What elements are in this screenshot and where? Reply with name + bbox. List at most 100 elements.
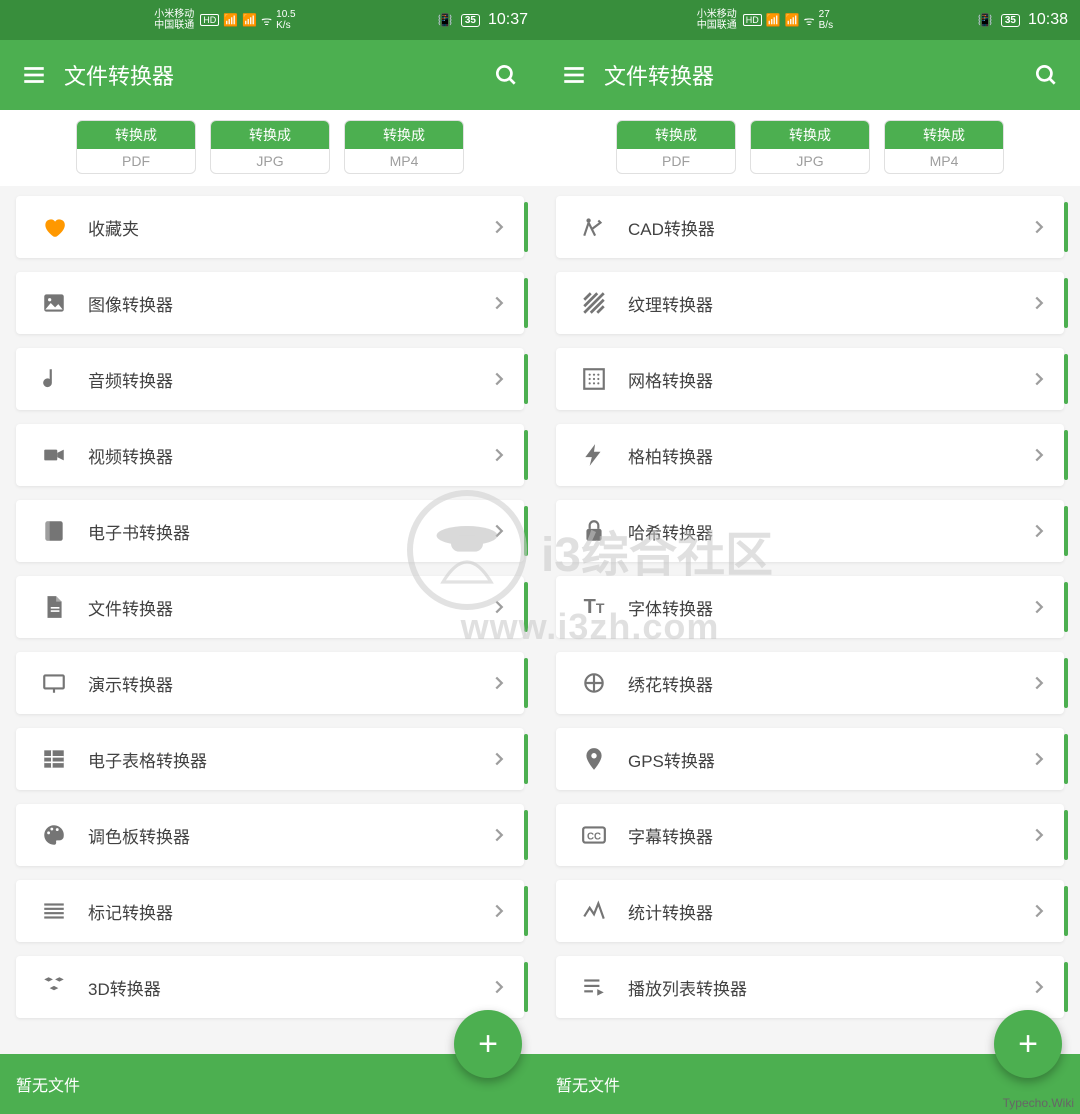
chevron-right-icon: [488, 444, 510, 466]
converter-lock[interactable]: 哈希转换器: [556, 500, 1064, 562]
converter-circle[interactable]: 绣花转换器: [556, 652, 1064, 714]
converter-file[interactable]: 文件转换器: [16, 576, 524, 638]
converter-label: 网格转换器: [628, 367, 713, 392]
chevron-right-icon: [1028, 672, 1050, 694]
converter-grid[interactable]: 电子表格转换器: [16, 728, 524, 790]
converter-bolt[interactable]: 格柏转换器: [556, 424, 1064, 486]
signal-icon: 📶: [242, 13, 257, 27]
menu-button[interactable]: [552, 62, 596, 88]
video-icon: [30, 442, 78, 468]
phone-left: 小米移动 中国联通 HD 📶 📶 ᯤ 10.5 K/s 📳 35 10:37: [0, 0, 540, 1114]
cubes-icon: [30, 974, 78, 1000]
battery-level: 35: [461, 14, 480, 27]
clock: 10:37: [488, 11, 528, 29]
lock-icon: [570, 518, 618, 544]
chevron-right-icon: [1028, 292, 1050, 314]
quick-convert-row: 转换成PDF 转换成JPG 转换成MP4: [0, 110, 540, 186]
converter-playlist[interactable]: 播放列表转换器: [556, 956, 1064, 1018]
tt-icon: TT: [570, 596, 618, 619]
converter-hatch[interactable]: 纹理转换器: [556, 272, 1064, 334]
clock: 10:38: [1028, 11, 1068, 29]
converter-pin[interactable]: GPS转换器: [556, 728, 1064, 790]
converter-tt[interactable]: TT 字体转换器: [556, 576, 1064, 638]
converter-label: GPS转换器: [628, 747, 715, 772]
playlist-icon: [570, 974, 618, 1000]
grid-icon: [30, 746, 78, 772]
converter-note[interactable]: 音频转换器: [16, 348, 524, 410]
signal-icon: 📶: [223, 13, 238, 27]
converter-label: 收藏夹: [88, 215, 139, 240]
converter-image[interactable]: 图像转换器: [16, 272, 524, 334]
converter-presentation[interactable]: 演示转换器: [16, 652, 524, 714]
converter-compass[interactable]: CAD转换器: [556, 196, 1064, 258]
chip-pdf[interactable]: 转换成PDF: [616, 120, 736, 174]
vibrate-icon: 📳: [978, 13, 993, 27]
chevron-right-icon: [488, 368, 510, 390]
spark-icon: [570, 898, 618, 924]
signal-icon: 📶: [785, 13, 800, 27]
converter-label: 字体转换器: [628, 595, 713, 620]
chevron-right-icon: [1028, 748, 1050, 770]
lines-icon: [30, 898, 78, 924]
cc-icon: CC: [570, 822, 618, 848]
chevron-right-icon: [488, 292, 510, 314]
converter-label: 3D转换器: [88, 975, 161, 1000]
search-button[interactable]: [484, 62, 528, 88]
converter-video[interactable]: 视频转换器: [16, 424, 524, 486]
corner-credit: Typecho.Wiki: [1003, 1096, 1074, 1110]
carrier-top: 小米移动: [154, 9, 194, 20]
chip-jpg[interactable]: 转换成JPG: [750, 120, 870, 174]
carrier-top: 小米移动: [697, 9, 737, 20]
chip-mp4[interactable]: 转换成MP4: [344, 120, 464, 174]
app-title: 文件转换器: [64, 59, 174, 91]
fab-add[interactable]: +: [994, 1010, 1062, 1078]
search-button[interactable]: [1024, 62, 1068, 88]
converter-label: CAD转换器: [628, 215, 715, 240]
hatch-icon: [570, 290, 618, 316]
converter-label: 电子表格转换器: [88, 747, 207, 772]
converter-palette[interactable]: 调色板转换器: [16, 804, 524, 866]
net-speed: 27: [819, 9, 833, 20]
hd-badge: HD: [743, 14, 762, 26]
bolt-icon: [570, 442, 618, 468]
converter-label: 播放列表转换器: [628, 975, 747, 1000]
circle-icon: [570, 670, 618, 696]
image-icon: [30, 290, 78, 316]
converter-label: 绣花转换器: [628, 671, 713, 696]
app-bar: 文件转换器: [0, 40, 540, 110]
status-bar: 小米移动 中国联通 HD 📶 📶 ᯤ 27 B/s 📳 35 10:38: [540, 0, 1080, 40]
converter-cc[interactable]: CC 字幕转换器: [556, 804, 1064, 866]
net-unit: B/s: [819, 20, 833, 31]
menu-button[interactable]: [12, 62, 56, 88]
converter-book[interactable]: 电子书转换器: [16, 500, 524, 562]
converter-label: 演示转换器: [88, 671, 173, 696]
chevron-right-icon: [1028, 596, 1050, 618]
converter-lines[interactable]: 标记转换器: [16, 880, 524, 942]
app-bar: 文件转换器: [540, 40, 1080, 110]
vibrate-icon: 📳: [438, 13, 453, 27]
converter-spark[interactable]: 统计转换器: [556, 880, 1064, 942]
footer-text: 暂无文件: [556, 1072, 620, 1096]
chip-jpg[interactable]: 转换成JPG: [210, 120, 330, 174]
note-icon: [30, 366, 78, 392]
chip-pdf[interactable]: 转换成PDF: [76, 120, 196, 174]
phone-right: 小米移动 中国联通 HD 📶 📶 ᯤ 27 B/s 📳 35 10:38: [540, 0, 1080, 1114]
fab-add[interactable]: +: [454, 1010, 522, 1078]
svg-text:CC: CC: [587, 831, 601, 842]
chip-mp4[interactable]: 转换成MP4: [884, 120, 1004, 174]
dotgrid-icon: [570, 366, 618, 392]
carrier-bot: 中国联通: [154, 20, 194, 31]
converter-cubes[interactable]: 3D转换器: [16, 956, 524, 1018]
chevron-right-icon: [488, 748, 510, 770]
chevron-right-icon: [488, 824, 510, 846]
chevron-right-icon: [488, 900, 510, 922]
converter-label: 调色板转换器: [88, 823, 190, 848]
chevron-right-icon: [1028, 520, 1050, 542]
converter-list: CAD转换器纹理转换器网格转换器格柏转换器哈希转换器 TT 字体转换器绣花转换器 GP…: [540, 186, 1080, 1114]
converter-label: 字幕转换器: [628, 823, 713, 848]
carrier-bot: 中国联通: [697, 20, 737, 31]
converter-heart[interactable]: 收藏夹: [16, 196, 524, 258]
converter-dotgrid[interactable]: 网格转换器: [556, 348, 1064, 410]
converter-label: 纹理转换器: [628, 291, 713, 316]
converter-label: 图像转换器: [88, 291, 173, 316]
